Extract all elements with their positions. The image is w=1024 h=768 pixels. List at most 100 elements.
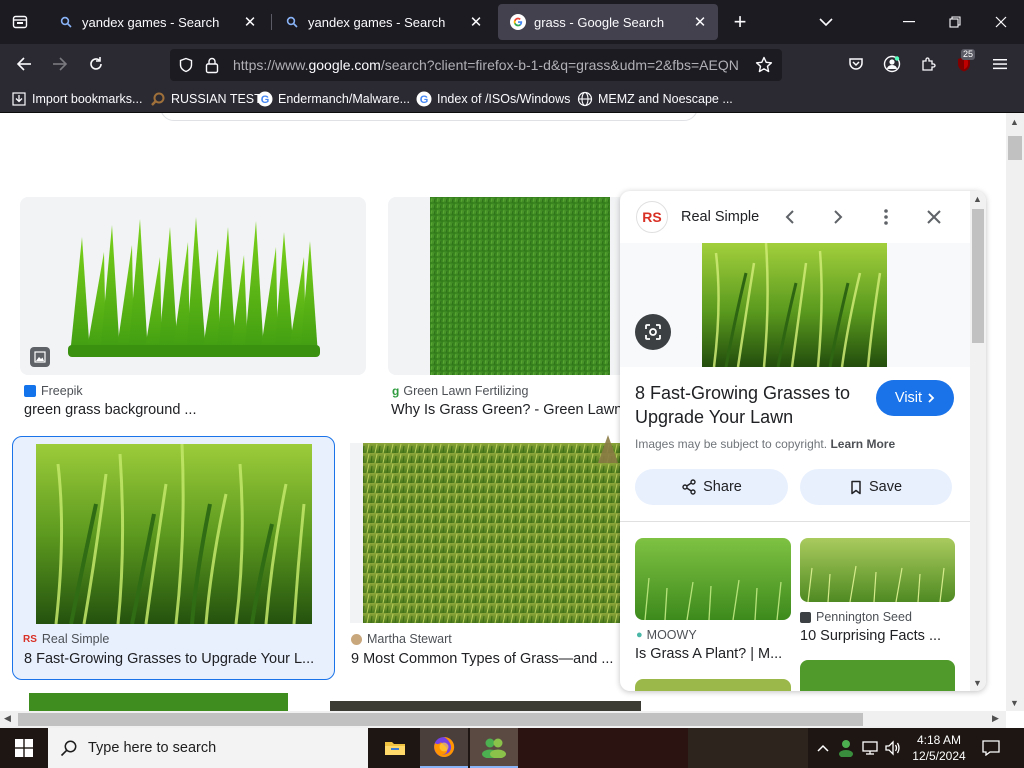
restore-button[interactable] xyxy=(932,6,978,38)
start-button[interactable] xyxy=(0,728,48,768)
firefox-view-button[interactable] xyxy=(6,8,34,36)
next-result-button[interactable] xyxy=(826,205,850,229)
result-card-partial[interactable] xyxy=(29,693,288,711)
result-card-freepik[interactable] xyxy=(20,197,366,375)
bookmark-label: Index of /ISOs/Windows xyxy=(437,92,571,106)
lock-icon[interactable] xyxy=(204,56,220,77)
forward-button[interactable] xyxy=(46,50,74,78)
learn-more-link[interactable]: Learn More xyxy=(830,437,895,451)
ublock-extension-button[interactable]: 25 xyxy=(950,49,978,78)
bookmark-icon xyxy=(851,480,861,494)
close-panel-button[interactable] xyxy=(922,205,946,229)
tab-yandex-games-1[interactable]: yandex games - Search ✕ xyxy=(46,4,268,40)
result-source[interactable]: RS Real Simple xyxy=(23,632,109,646)
search-box[interactable] xyxy=(160,113,698,121)
taskbar-file-explorer[interactable] xyxy=(372,728,418,768)
taskbar-firefox[interactable] xyxy=(420,728,468,768)
scroll-up-icon[interactable]: ▲ xyxy=(1010,117,1019,127)
close-tab-icon[interactable]: ✕ xyxy=(688,10,712,34)
panel-source-name[interactable]: Real Simple xyxy=(681,209,759,225)
scroll-right-icon[interactable]: ▶ xyxy=(992,713,999,724)
panel-scrollbar[interactable]: ▲ ▼ xyxy=(970,191,986,691)
page-horizontal-scrollbar[interactable]: ◀ ▶ xyxy=(0,711,1006,728)
bookmark-russian-test[interactable]: RUSSIAN TEST xyxy=(150,89,262,109)
network-button[interactable] xyxy=(861,739,879,757)
close-window-button[interactable] xyxy=(978,6,1024,38)
taskbar-search-box[interactable]: Type here to search xyxy=(48,728,368,768)
related-result-partial[interactable] xyxy=(635,679,791,691)
related-title[interactable]: Is Grass A Plant? | M... xyxy=(635,646,790,662)
close-tab-icon[interactable]: ✕ xyxy=(464,10,488,34)
result-title[interactable]: 9 Most Common Types of Grass—and ... xyxy=(351,651,616,667)
tab-yandex-games-2[interactable]: yandex games - Search ✕ xyxy=(272,4,494,40)
google-logo[interactable] xyxy=(28,113,118,119)
tab-grass-google-search[interactable]: grass - Google Search ✕ xyxy=(498,4,718,40)
related-source[interactable]: Pennington Seed xyxy=(800,610,912,624)
result-card-green-lawn[interactable] xyxy=(388,197,620,375)
result-source[interactable]: Martha Stewart xyxy=(351,632,452,646)
save-button[interactable]: Save xyxy=(800,469,952,505)
list-all-tabs-button[interactable] xyxy=(812,8,840,36)
result-title[interactable]: 8 Fast-Growing Grasses to Upgrade Your L… xyxy=(24,651,324,667)
result-title[interactable]: Why Is Grass Green? - Green Lawn xyxy=(391,402,620,418)
related-result-pennington[interactable] xyxy=(800,538,955,602)
related-source[interactable]: ● MOOWY xyxy=(636,628,697,642)
taskbar-background-strip xyxy=(518,728,688,768)
bookmark-index-of-isos[interactable]: G Index of /ISOs/Windows xyxy=(416,89,570,109)
related-result-partial[interactable] xyxy=(800,660,955,691)
result-card-partial[interactable] xyxy=(330,701,641,711)
vertical-scroll-thumb[interactable] xyxy=(1008,136,1022,160)
bookmark-import[interactable]: Import bookmarks... xyxy=(11,89,142,109)
show-hidden-icons-button[interactable] xyxy=(814,738,832,758)
bookmark-label: RUSSIAN TEST xyxy=(171,92,262,106)
reload-icon xyxy=(90,57,102,70)
new-tab-button[interactable]: + xyxy=(726,8,754,36)
page-vertical-scrollbar[interactable]: ▲ ▼ xyxy=(1006,113,1024,711)
tray-app-icon[interactable] xyxy=(837,739,855,758)
preview-title[interactable]: 8 Fast-Growing Grasses to Upgrade Your L… xyxy=(635,381,865,429)
reload-button[interactable] xyxy=(82,50,110,78)
share-button[interactable]: Share xyxy=(635,469,788,505)
more-options-button[interactable] xyxy=(874,205,898,229)
windows-taskbar: Type here to search 4:18 AM 12/5/2024 xyxy=(0,728,1024,768)
notifications-button[interactable] xyxy=(980,737,1002,759)
tracking-protection-icon[interactable] xyxy=(178,57,194,76)
url-text[interactable]: https://www.google.com/search?client=fir… xyxy=(233,57,746,73)
result-source[interactable]: Freepik xyxy=(24,384,83,398)
visit-label: Visit xyxy=(894,390,923,406)
related-result-moowy[interactable] xyxy=(635,538,791,620)
back-button[interactable] xyxy=(10,50,38,78)
panel-scroll-thumb[interactable] xyxy=(972,209,984,343)
related-title[interactable]: 10 Surprising Facts ... xyxy=(800,628,955,644)
account-button[interactable] xyxy=(878,50,906,78)
result-card-martha-stewart[interactable] xyxy=(350,443,620,623)
scroll-down-icon[interactable]: ▼ xyxy=(1010,698,1019,708)
panel-scroll-down-icon[interactable]: ▼ xyxy=(973,678,982,688)
previous-result-button[interactable] xyxy=(778,205,802,229)
tab-title: yandex games - Search xyxy=(308,14,446,30)
result-image xyxy=(36,444,312,624)
result-title[interactable]: green grass background ... xyxy=(24,402,364,418)
clock[interactable]: 4:18 AM 12/5/2024 xyxy=(906,731,972,765)
result-source[interactable]: g Green Lawn Fertilizing xyxy=(392,384,528,398)
result-card-real-simple[interactable]: RS Real Simple 8 Fast-Growing Grasses to… xyxy=(12,436,335,680)
volume-button[interactable] xyxy=(884,739,902,757)
panel-source-logo[interactable]: RS xyxy=(636,201,668,233)
google-lens-button[interactable] xyxy=(635,314,671,350)
taskbar-app-green[interactable] xyxy=(470,728,518,768)
pocket-button[interactable] xyxy=(842,50,870,78)
scroll-left-icon[interactable]: ◀ xyxy=(4,713,11,724)
extensions-button[interactable] xyxy=(914,50,942,78)
google-g-icon: G xyxy=(416,91,432,107)
bookmark-memz-noescape[interactable]: MEMZ and Noescape ... xyxy=(577,89,733,109)
close-tab-icon[interactable]: ✕ xyxy=(238,10,262,34)
bookmark-star-icon[interactable] xyxy=(755,56,773,77)
app-menu-button[interactable] xyxy=(986,50,1014,78)
minimize-button[interactable] xyxy=(886,6,932,38)
url-bar[interactable]: https://www.google.com/search?client=fir… xyxy=(170,49,782,81)
preview-image-area[interactable] xyxy=(620,243,970,367)
panel-scroll-up-icon[interactable]: ▲ xyxy=(973,194,982,204)
visit-button[interactable]: Visit xyxy=(876,380,954,416)
bookmark-endermanch-malware[interactable]: G Endermanch/Malware... xyxy=(257,89,410,109)
horizontal-scroll-thumb[interactable] xyxy=(18,713,863,726)
